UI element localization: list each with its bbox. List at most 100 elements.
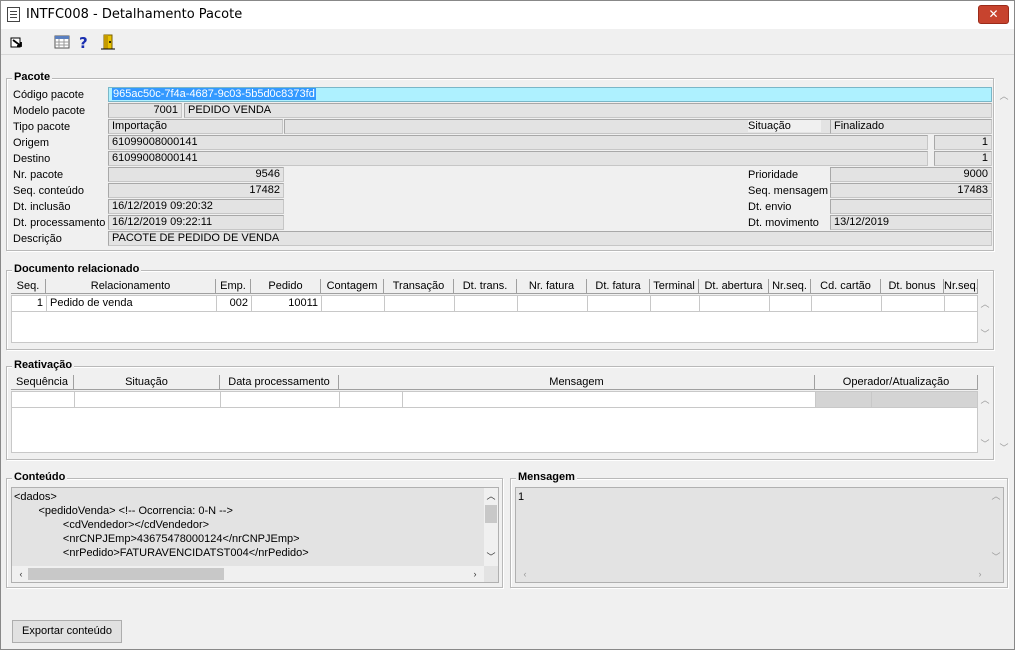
exit-icon[interactable] bbox=[9, 34, 25, 50]
prioridade-label: Prioridade bbox=[748, 169, 799, 181]
col-terminal[interactable]: Terminal bbox=[650, 279, 699, 294]
col-nr-seq-2[interactable]: Nr.seq. bbox=[944, 279, 978, 294]
col-situacao[interactable]: Situação bbox=[74, 375, 220, 390]
tipo-pacote-field[interactable]: Importação bbox=[108, 119, 283, 134]
cell-pedido[interactable]: 10011 bbox=[252, 296, 322, 312]
conteudo-textarea[interactable]: <dados> <pedidoVenda> <!-- Ocorrencia: 0… bbox=[11, 487, 499, 583]
col-cd-cartao[interactable]: Cd. cartão bbox=[811, 279, 881, 294]
conteudo-line: <nrPedido>FATURAVENCIDATST004</nrPedido> bbox=[14, 547, 309, 559]
conteudo-hscroll[interactable]: ‹ › bbox=[12, 566, 484, 582]
modelo-pacote-number[interactable]: 7001 bbox=[108, 103, 182, 118]
cell-cd-cartao[interactable] bbox=[812, 296, 882, 312]
scroll-down-icon[interactable]: ﹀ bbox=[997, 441, 1011, 455]
cell-operador[interactable] bbox=[816, 392, 872, 408]
col-nr-seq[interactable]: Nr.seq. bbox=[769, 279, 811, 294]
cell-dt-bonus[interactable] bbox=[882, 296, 945, 312]
scroll-left-icon[interactable]: ‹ bbox=[14, 567, 28, 581]
col-data-processamento[interactable]: Data processamento bbox=[220, 375, 339, 390]
destino-field[interactable]: 61099008000141 bbox=[108, 151, 928, 166]
conteudo-group-title: Conteúdo bbox=[12, 471, 68, 483]
help-icon[interactable]: ? bbox=[76, 34, 92, 50]
situacao-field[interactable]: Finalizado bbox=[830, 119, 992, 134]
cell-nr-fatura[interactable] bbox=[518, 296, 588, 312]
cell-atualizacao[interactable] bbox=[872, 392, 978, 408]
scroll-thumb[interactable] bbox=[28, 568, 224, 580]
col-dt-trans[interactable]: Dt. trans. bbox=[454, 279, 517, 294]
cell-extra[interactable] bbox=[340, 392, 403, 408]
reativacao-group-title: Reativação bbox=[12, 359, 75, 371]
seq-mensagem-field[interactable]: 17483 bbox=[830, 183, 992, 198]
mensagem-textarea[interactable]: 1 ︿ ﹀ ‹ › bbox=[515, 487, 1004, 583]
scroll-down-icon[interactable]: ﹀ bbox=[978, 437, 992, 451]
cell-nr-seq[interactable] bbox=[770, 296, 812, 312]
scroll-up-icon[interactable]: ︿ bbox=[997, 89, 1011, 103]
prioridade-field[interactable]: 9000 bbox=[830, 167, 992, 182]
scroll-right-icon[interactable]: › bbox=[973, 567, 987, 581]
mensagem-vscroll[interactable]: ︿ ﹀ bbox=[989, 488, 1003, 566]
col-dt-abertura[interactable]: Dt. abertura bbox=[699, 279, 769, 294]
close-button[interactable]: ✕ bbox=[978, 5, 1009, 24]
scroll-up-icon[interactable]: ︿ bbox=[978, 393, 992, 407]
cell-transacao[interactable] bbox=[385, 296, 455, 312]
cell-situacao[interactable] bbox=[75, 392, 221, 408]
col-contagem[interactable]: Contagem bbox=[321, 279, 384, 294]
scroll-thumb[interactable] bbox=[485, 505, 497, 523]
cell-emp[interactable]: 002 bbox=[217, 296, 252, 312]
mensagem-hscroll[interactable]: ‹ › bbox=[516, 566, 989, 582]
toolbar: ? bbox=[1, 29, 1014, 55]
col-pedido[interactable]: Pedido bbox=[251, 279, 321, 294]
origem-seq-field[interactable]: 1 bbox=[934, 135, 992, 150]
scroll-down-icon[interactable]: ﹀ bbox=[989, 550, 1003, 564]
col-emp[interactable]: Emp. bbox=[216, 279, 251, 294]
grid-icon[interactable] bbox=[54, 34, 70, 50]
col-mensagem[interactable]: Mensagem bbox=[339, 375, 815, 390]
col-operador[interactable]: Operador/Atualização bbox=[815, 375, 978, 390]
scroll-down-icon[interactable]: ﹀ bbox=[978, 327, 992, 341]
main-scrollbar[interactable]: ︿ ﹀ bbox=[997, 87, 1011, 457]
table-row[interactable] bbox=[12, 392, 979, 408]
cell-seq[interactable]: 1 bbox=[12, 296, 47, 312]
cell-dt-abertura[interactable] bbox=[700, 296, 770, 312]
table-row[interactable]: 1 Pedido de venda 002 10011 bbox=[12, 296, 979, 312]
cell-data-processamento[interactable] bbox=[221, 392, 340, 408]
dt-processamento-field[interactable]: 16/12/2019 09:22:11 bbox=[108, 215, 284, 230]
nr-pacote-label: Nr. pacote bbox=[13, 169, 64, 181]
col-dt-fatura[interactable]: Dt. fatura bbox=[587, 279, 650, 294]
col-sequencia[interactable]: Sequência bbox=[11, 375, 74, 390]
reativacao-scrollbar[interactable]: ︿ ﹀ bbox=[978, 391, 992, 453]
cell-dt-trans[interactable] bbox=[455, 296, 518, 312]
destino-seq-field[interactable]: 1 bbox=[934, 151, 992, 166]
seq-conteudo-field[interactable]: 17482 bbox=[108, 183, 284, 198]
scroll-up-icon[interactable]: ︿ bbox=[989, 489, 1003, 503]
dt-envio-field[interactable] bbox=[830, 199, 992, 214]
col-dt-bonus[interactable]: Dt. bonus bbox=[881, 279, 944, 294]
cell-relacionamento[interactable]: Pedido de venda bbox=[47, 296, 217, 312]
col-nr-fatura[interactable]: Nr. fatura bbox=[517, 279, 587, 294]
scroll-up-icon[interactable]: ︿ bbox=[978, 297, 992, 311]
scroll-left-icon[interactable]: ‹ bbox=[518, 567, 532, 581]
descricao-field[interactable]: PACOTE DE PEDIDO DE VENDA bbox=[108, 231, 992, 246]
dt-inclusao-field[interactable]: 16/12/2019 09:20:32 bbox=[108, 199, 284, 214]
cell-contagem[interactable] bbox=[322, 296, 385, 312]
exportar-conteudo-button[interactable]: Exportar conteúdo bbox=[12, 620, 122, 643]
codigo-pacote-value: 965ac50c-7f4a-4687-9c03-5b5d0c8373fd bbox=[112, 88, 316, 100]
col-seq[interactable]: Seq. bbox=[11, 279, 46, 294]
origem-field[interactable]: 61099008000141 bbox=[108, 135, 928, 150]
scroll-down-icon[interactable]: ﹀ bbox=[484, 550, 498, 564]
cell-nr-seq-2[interactable] bbox=[945, 296, 978, 312]
dt-movimento-field[interactable]: 13/12/2019 bbox=[830, 215, 992, 230]
cell-terminal[interactable] bbox=[651, 296, 700, 312]
cell-sequencia[interactable] bbox=[12, 392, 75, 408]
col-transacao[interactable]: Transação bbox=[384, 279, 454, 294]
conteudo-vscroll[interactable]: ︿ ﹀ bbox=[484, 488, 498, 566]
documento-scrollbar[interactable]: ︿ ﹀ bbox=[978, 295, 992, 343]
scroll-right-icon[interactable]: › bbox=[468, 567, 482, 581]
cell-mensagem[interactable] bbox=[403, 392, 816, 408]
nr-pacote-field[interactable]: 9546 bbox=[108, 167, 284, 182]
codigo-pacote-field[interactable]: 965ac50c-7f4a-4687-9c03-5b5d0c8373fd bbox=[108, 87, 992, 102]
door-icon[interactable] bbox=[100, 34, 116, 50]
scroll-up-icon[interactable]: ︿ bbox=[484, 489, 498, 503]
col-relacionamento[interactable]: Relacionamento bbox=[46, 279, 216, 294]
cell-dt-fatura[interactable] bbox=[588, 296, 651, 312]
modelo-pacote-name[interactable]: PEDIDO VENDA bbox=[184, 103, 992, 118]
